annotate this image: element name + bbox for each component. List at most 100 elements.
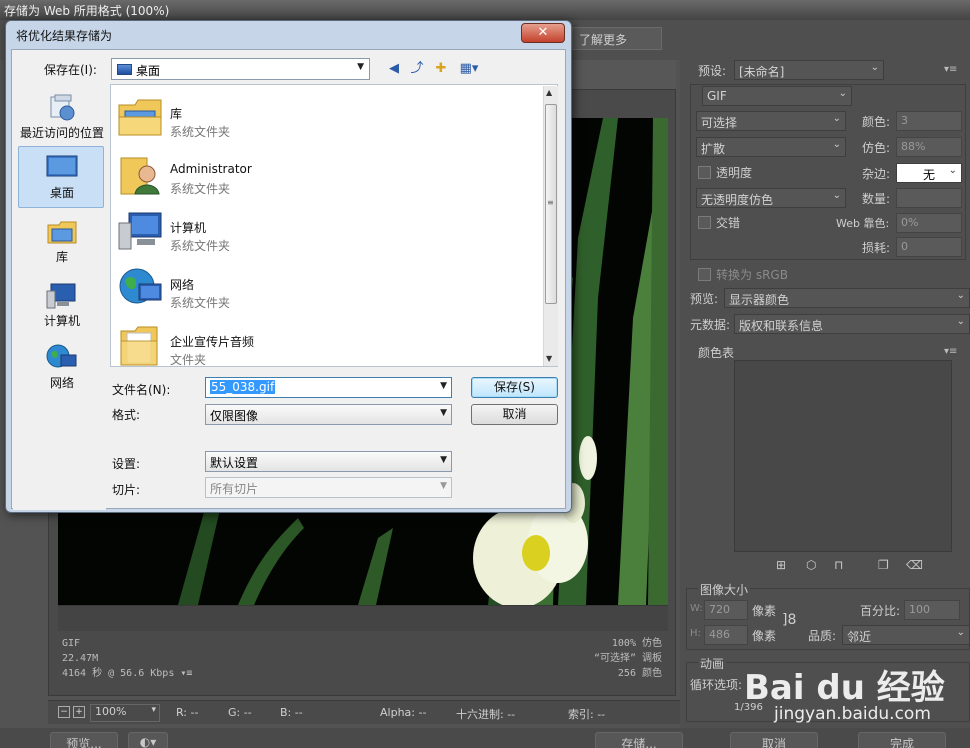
close-button[interactable]: ✕ [521,23,565,43]
scroll-up-icon[interactable]: ▲ [546,88,552,97]
preview-mode-label: 预览: [690,292,719,306]
window-title-bar: 存储为 Web 所用格式 (100%) [0,0,970,20]
back-icon[interactable]: ◀ [385,60,403,78]
save-button[interactable]: 存储... [595,732,683,748]
web-snap-field[interactable]: 0% [896,213,962,233]
height-field[interactable]: 486 [704,625,748,645]
save-in-label: 保存在(I): [44,63,97,77]
place-computer[interactable]: 计算机 [18,274,104,336]
colors-field[interactable]: 3 [896,111,962,131]
view-menu-icon[interactable]: ▦▾ [456,60,482,78]
place-library[interactable]: 库 [18,210,104,272]
watermark-url: jingyan.baidu.com [774,704,931,724]
new-folder-icon[interactable]: ✚ [432,60,450,78]
place-recent[interactable]: 最近访问的位置 [18,86,104,148]
settings-dropdown-value: 默认设置 [210,456,259,470]
optimized-info-right: 100% 仿色 “可选择” 调板 256 颜色 [470,636,662,681]
metadata-select[interactable]: 版权和联系信息 ⌄ [734,314,970,334]
list-item[interactable]: Administrator 系统文件夹 [115,146,535,202]
dither-algorithm-value: 扩散 [701,142,726,156]
map-color-icon[interactable]: ⊞ [776,558,786,572]
dialog-title: 将优化结果存储为 [16,29,113,43]
info-colors: 256 颜色 [617,668,662,679]
lock-icon[interactable]: ⊓ [834,558,843,572]
file-list[interactable]: 库 系统文件夹 Administrator 系统文件夹 计算机 系统文件夹 网络… [110,84,558,367]
save-in-value: 桌面 [136,64,161,78]
quality-select[interactable]: 邻近 ⌄ [842,625,970,645]
list-item[interactable]: 企业宣传片音频 文件夹 [115,317,535,366]
preset-select[interactable]: [未命名] ⌄ [734,60,884,80]
width-field[interactable]: 720 [704,600,748,620]
place-desktop[interactable]: 桌面 [18,146,104,208]
list-item[interactable]: 网络 系统文件夹 [115,260,535,316]
chevron-down-icon: ▾ [151,705,156,715]
desktop-icon [46,155,78,177]
preview-button[interactable]: 预览... [50,732,118,748]
lossy-label: 损耗: [862,241,891,255]
zoom-in-button[interactable]: + [73,706,85,718]
lossy-field[interactable]: 0 [896,237,962,257]
zoom-out-button[interactable]: − [58,706,70,718]
cancel-button[interactable]: 取消 [730,732,818,748]
percent-field[interactable]: 100 [904,600,960,620]
up-folder-icon[interactable]: ⤴ [408,60,426,78]
done-button[interactable]: 完成 [858,732,946,748]
chevron-down-icon: ⌄ [832,190,841,201]
info-dither: 100% 仿色 [611,638,662,649]
readout-b: B: -- [280,706,303,719]
list-item[interactable]: 计算机 系统文件夹 [115,203,535,259]
preset-value: [未命名] [739,65,785,79]
zoom-select[interactable]: 100% ▾ [90,704,160,722]
interlaced-checkbox[interactable] [698,216,711,229]
matte-select[interactable]: 无 ⌄ [896,163,962,183]
reduction-select[interactable]: 可选择 ⌄ [696,111,846,131]
web-shift-icon[interactable]: ⬡ [806,558,816,572]
list-item[interactable]: 库 系统文件夹 [115,89,535,145]
amount-field[interactable] [896,188,962,208]
slices-label: 切片: [112,483,141,497]
color-table[interactable] [734,360,952,552]
web-snap-label: Web 靠色: [836,217,890,230]
preview-scroll-area[interactable] [58,605,668,631]
panel-menu-icon[interactable]: ▾≡ [944,64,957,75]
metadata-label: 元数据: [690,318,731,332]
format-dropdown[interactable]: 仅限图像 ▼ [205,404,452,425]
dither-algorithm-select[interactable]: 扩散 ⌄ [696,137,846,157]
readout-g: G: -- [228,706,252,719]
browser-select-button[interactable]: ◐▾ [128,732,168,748]
preview-mode-select[interactable]: 显示器颜色 ⌄ [724,288,970,308]
filename-input[interactable]: 55_038.gif ▼ [205,377,452,398]
slices-dropdown-value: 所有切片 [210,482,259,496]
save-in-select[interactable]: 桌面 ▼ [111,58,370,80]
file-list-scrollbar[interactable]: ▲ ≡ ▼ [543,86,558,366]
place-network[interactable]: 网络 [18,336,104,398]
place-label: 最近访问的位置 [19,126,104,140]
dialog-cancel-button[interactable]: 取消 [471,404,558,425]
reduction-value: 可选择 [701,116,738,130]
trash-icon[interactable]: ⌫ [906,558,923,572]
transparency-dither-select[interactable]: 无透明度仿色 ⌄ [696,188,846,208]
panel-menu-icon[interactable]: ▾≡ [944,346,957,357]
new-color-icon[interactable]: ❐ [878,558,889,572]
library-icon [47,221,77,244]
matte-value: 无 [922,168,935,182]
learn-more-button[interactable]: 了解更多 [572,27,662,50]
chevron-down-icon: ⌄ [832,113,841,124]
convert-srgb-checkbox[interactable] [698,268,711,281]
computer-icon [118,212,162,250]
dither-field[interactable]: 88% [896,137,962,157]
file-name: 库 [170,107,183,121]
dialog-save-button[interactable]: 保存(S) [471,377,558,398]
format-select[interactable]: GIF ⌄ [702,86,852,106]
info-download-time: 4164 秒 @ 56.6 Kbps ▾≡ [62,668,193,679]
readout-hex: 十六进制: -- [456,708,516,721]
transparency-checkbox[interactable] [698,166,711,179]
scroll-down-icon[interactable]: ▼ [546,354,552,363]
computer-icon [46,283,76,309]
animation-title: 动画 [698,655,727,672]
link-icon[interactable]: ]8 [782,612,796,628]
convert-srgb-label: 转换为 sRGB [716,268,788,282]
baidu-jingyan-logo: Bai du 经验 [744,668,945,708]
width-value: 720 [709,603,730,616]
settings-dropdown[interactable]: 默认设置 ▼ [205,451,452,472]
